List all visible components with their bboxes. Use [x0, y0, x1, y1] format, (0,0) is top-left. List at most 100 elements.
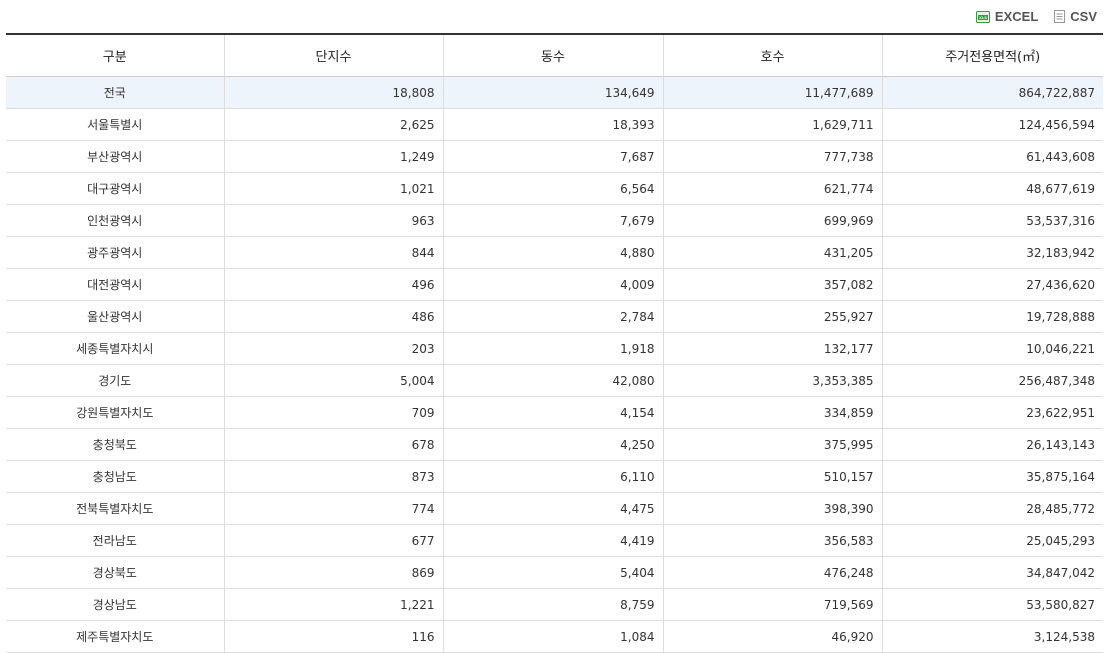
complex-count-cell: 18,808: [223, 76, 443, 109]
floor-area-cell: 19,728,888: [881, 300, 1103, 333]
floor-area-cell: 3,124,538: [881, 620, 1103, 653]
complex-count-cell: 116: [223, 620, 443, 653]
building-count-cell: 7,679: [442, 204, 663, 237]
excel-download-label: EXCEL: [994, 9, 1039, 24]
region-cell: 전북특별자치도: [6, 492, 224, 525]
building-count-cell: 134,649: [442, 76, 663, 109]
table-body: 전국 18,808 134,649 11,477,689 864,722,887 서울특별…: [6, 76, 1103, 653]
complex-count-cell: 709: [223, 396, 443, 429]
floor-area-cell: 53,537,316: [881, 204, 1103, 237]
complex-count-cell: 677: [223, 524, 443, 557]
region-cell: 경상남도: [6, 588, 224, 621]
unit-count-cell: 621,774: [662, 172, 882, 205]
region-cell: 대구광역시: [6, 172, 224, 205]
download-toolbar: XLS EXCEL CSV: [975, 0, 1097, 33]
region-cell: 인천광역시: [6, 204, 224, 237]
region-cell: 충청북도: [6, 428, 224, 461]
csv-download-button[interactable]: CSV: [1054, 9, 1097, 24]
building-count-cell: 2,784: [442, 300, 663, 333]
csv-download-label: CSV: [1070, 9, 1097, 24]
complex-count-cell: 486: [223, 300, 443, 333]
excel-file-icon: XLS: [975, 10, 990, 23]
complex-count-cell: 203: [223, 332, 443, 365]
table-row: 광주광역시 844 4,880 431,205 32,183,942: [6, 236, 1103, 269]
complex-count-cell: 844: [223, 236, 443, 269]
region-cell: 전라남도: [6, 524, 224, 557]
region-cell: 경상북도: [6, 556, 224, 589]
region-cell: 제주특별자치도: [6, 620, 224, 653]
region-cell: 세종특별자치시: [6, 332, 224, 365]
floor-area-cell: 32,183,942: [881, 236, 1103, 269]
table-row: 전라남도 677 4,419 356,583 25,045,293: [6, 524, 1103, 557]
table-row: 부산광역시 1,249 7,687 777,738 61,443,608: [6, 140, 1103, 173]
table-row: 충청북도 678 4,250 375,995 26,143,143: [6, 428, 1103, 461]
building-count-cell: 1,918: [442, 332, 663, 365]
floor-area-cell: 256,487,348: [881, 364, 1103, 397]
complex-count-cell: 1,249: [223, 140, 443, 173]
building-count-cell: 4,419: [442, 524, 663, 557]
unit-count-cell: 11,477,689: [662, 76, 882, 109]
complex-count-cell: 963: [223, 204, 443, 237]
table-row-total: 전국 18,808 134,649 11,477,689 864,722,887: [6, 76, 1103, 109]
region-cell: 전국: [6, 76, 224, 109]
column-header-floor-area: 주거전용면적(㎡): [881, 33, 1103, 77]
column-header-unit-count: 호수: [662, 33, 882, 77]
table-row: 전북특별자치도 774 4,475 398,390 28,485,772: [6, 492, 1103, 525]
complex-count-cell: 1,021: [223, 172, 443, 205]
complex-count-cell: 1,221: [223, 588, 443, 621]
building-count-cell: 42,080: [442, 364, 663, 397]
unit-count-cell: 719,569: [662, 588, 882, 621]
complex-count-cell: 5,004: [223, 364, 443, 397]
floor-area-cell: 61,443,608: [881, 140, 1103, 173]
unit-count-cell: 3,353,385: [662, 364, 882, 397]
building-count-cell: 7,687: [442, 140, 663, 173]
unit-count-cell: 777,738: [662, 140, 882, 173]
building-count-cell: 4,880: [442, 236, 663, 269]
floor-area-cell: 26,143,143: [881, 428, 1103, 461]
building-count-cell: 5,404: [442, 556, 663, 589]
floor-area-cell: 34,847,042: [881, 556, 1103, 589]
table-row: 대구광역시 1,021 6,564 621,774 48,677,619: [6, 172, 1103, 205]
region-cell: 대전광역시: [6, 268, 224, 301]
excel-download-button[interactable]: XLS EXCEL: [975, 9, 1039, 24]
unit-count-cell: 699,969: [662, 204, 882, 237]
complex-count-cell: 869: [223, 556, 443, 589]
column-header-building-count: 동수: [442, 33, 663, 77]
table-row: 충청남도 873 6,110 510,157 35,875,164: [6, 460, 1103, 493]
table-row: 경상남도 1,221 8,759 719,569 53,580,827: [6, 588, 1103, 621]
building-count-cell: 4,475: [442, 492, 663, 525]
region-cell: 서울특별시: [6, 108, 224, 141]
building-count-cell: 18,393: [442, 108, 663, 141]
region-cell: 부산광역시: [6, 140, 224, 173]
unit-count-cell: 375,995: [662, 428, 882, 461]
building-count-cell: 8,759: [442, 588, 663, 621]
floor-area-cell: 48,677,619: [881, 172, 1103, 205]
floor-area-cell: 35,875,164: [881, 460, 1103, 493]
building-count-cell: 6,110: [442, 460, 663, 493]
floor-area-cell: 864,722,887: [881, 76, 1103, 109]
building-count-cell: 6,564: [442, 172, 663, 205]
table-row: 경기도 5,004 42,080 3,353,385 256,487,348: [6, 364, 1103, 397]
region-cell: 강원특별자치도: [6, 396, 224, 429]
housing-stats-table: 구분 단지수 동수 호수 주거전용면적(㎡) 전국 18,808 134,649 11…: [6, 33, 1103, 653]
unit-count-cell: 334,859: [662, 396, 882, 429]
table-row: 제주특별자치도 116 1,084 46,920 3,124,538: [6, 620, 1103, 653]
unit-count-cell: 1,629,711: [662, 108, 882, 141]
table-row: 강원특별자치도 709 4,154 334,859 23,622,951: [6, 396, 1103, 429]
table-header-row: 구분 단지수 동수 호수 주거전용면적(㎡): [6, 33, 1103, 77]
table-row: 울산광역시 486 2,784 255,927 19,728,888: [6, 300, 1103, 333]
table-row: 서울특별시 2,625 18,393 1,629,711 124,456,594: [6, 108, 1103, 141]
unit-count-cell: 510,157: [662, 460, 882, 493]
table-row: 경상북도 869 5,404 476,248 34,847,042: [6, 556, 1103, 589]
region-cell: 충청남도: [6, 460, 224, 493]
region-cell: 울산광역시: [6, 300, 224, 333]
table-row: 세종특별자치시 203 1,918 132,177 10,046,221: [6, 332, 1103, 365]
unit-count-cell: 431,205: [662, 236, 882, 269]
complex-count-cell: 873: [223, 460, 443, 493]
complex-count-cell: 2,625: [223, 108, 443, 141]
unit-count-cell: 356,583: [662, 524, 882, 557]
svg-text:XLS: XLS: [979, 15, 987, 20]
building-count-cell: 4,009: [442, 268, 663, 301]
unit-count-cell: 476,248: [662, 556, 882, 589]
floor-area-cell: 124,456,594: [881, 108, 1103, 141]
